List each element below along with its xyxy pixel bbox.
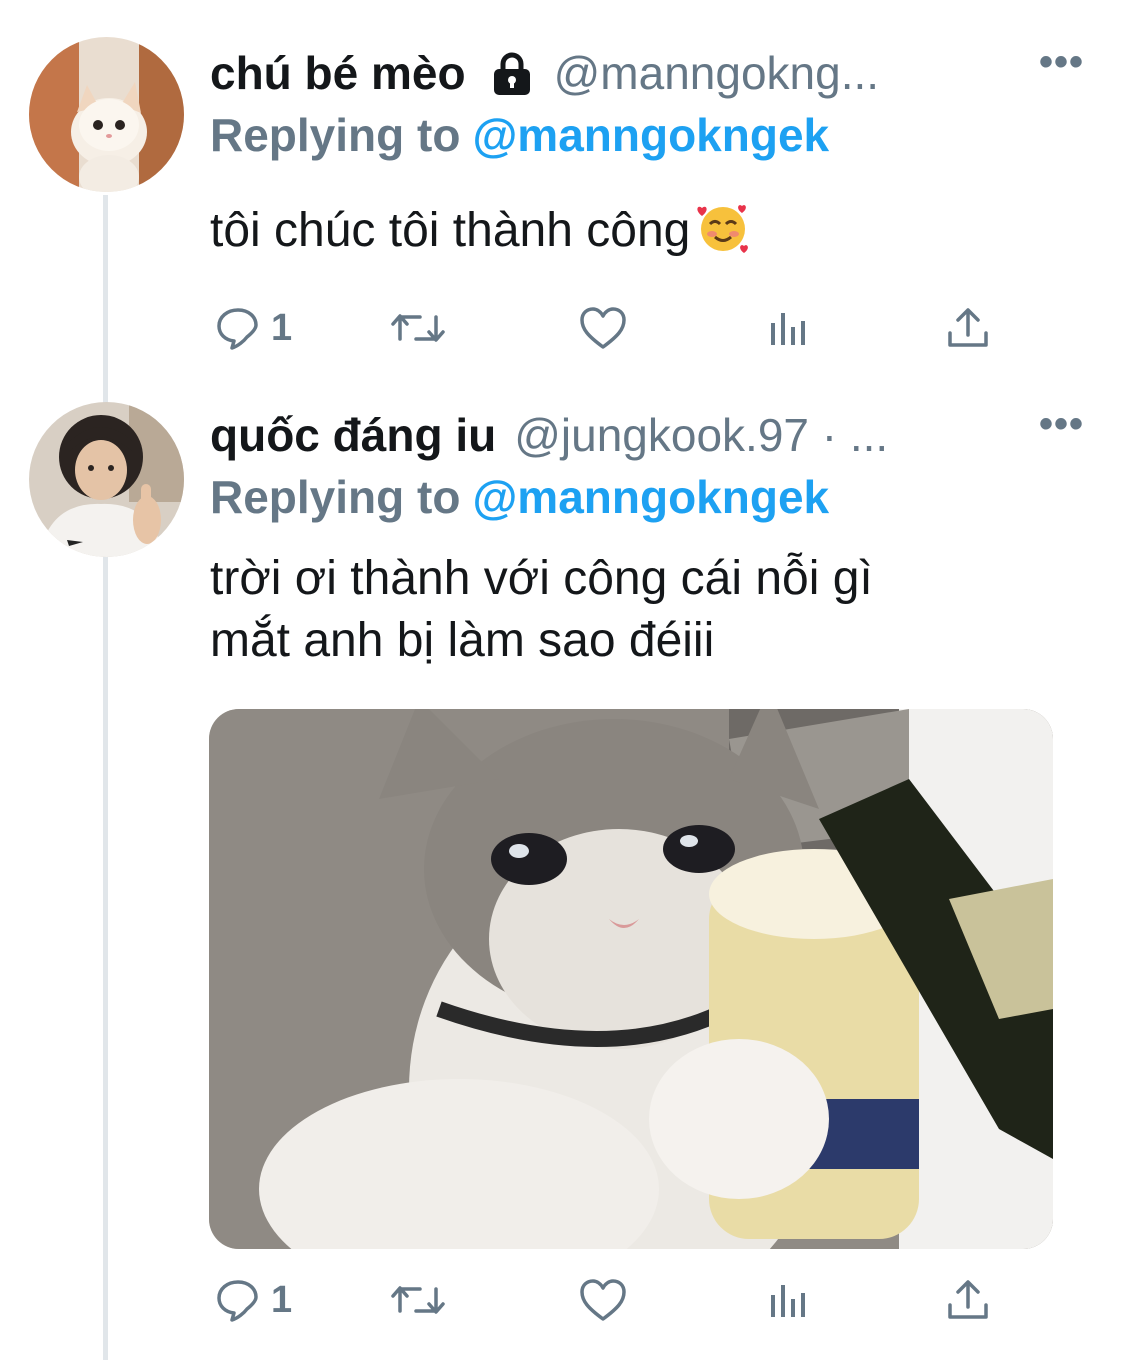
retweet-button[interactable] [390, 1270, 446, 1330]
tweet-actions: 1 [210, 298, 1010, 358]
reply-icon [217, 308, 258, 350]
like-button[interactable] [578, 298, 628, 358]
tweet-header: quốc đáng iu @jungkook.97 · ... ••• [210, 402, 1084, 468]
display-name[interactable]: chú bé mèo [210, 46, 466, 100]
tweet-header: chú bé mèo @manngokng... ••• [210, 40, 1084, 106]
person-avatar-image [29, 402, 184, 557]
heart-icon [580, 307, 626, 349]
retweet-icon [391, 314, 445, 342]
more-options-icon[interactable]: ••• [1039, 402, 1084, 447]
kitten-avatar-image [29, 37, 184, 192]
tweet-text-content: tôi chúc tôi thành công [210, 204, 691, 257]
share-icon [948, 308, 988, 347]
thread-line [103, 195, 108, 1360]
like-button[interactable] [578, 1270, 628, 1330]
reply-handle-link[interactable]: @manngokngek [472, 109, 829, 161]
reply-button[interactable]: 1 [215, 298, 292, 358]
tweet-text: tôi chúc tôi thành công [210, 200, 1064, 262]
reply-prefix: Replying to [210, 471, 461, 523]
tweet-text: trời ơi thành với công cái nỗi gì mắt an… [210, 548, 1064, 672]
handle[interactable]: @manngokng... [554, 46, 879, 100]
analytics-button[interactable] [765, 1270, 811, 1330]
tweet-text-line: mắt anh bị làm sao đéiii [210, 614, 715, 667]
reply-icon [217, 1280, 258, 1322]
reply-count: 1 [271, 1278, 293, 1321]
share-button[interactable] [945, 298, 991, 358]
avatar[interactable] [29, 37, 184, 192]
analytics-icon [771, 313, 805, 345]
share-icon [948, 1280, 988, 1319]
analytics-icon [771, 1285, 805, 1317]
tweet-text-line: trời ơi thành với công cái nỗi gì [210, 552, 873, 605]
smiling-face-with-hearts-icon [696, 200, 750, 254]
avatar[interactable] [29, 402, 184, 557]
reply-prefix: Replying to [210, 109, 461, 161]
reply-count: 1 [271, 306, 293, 349]
share-button[interactable] [945, 1270, 991, 1330]
heart-icon [580, 1279, 626, 1321]
retweet-icon [391, 1286, 445, 1314]
retweet-button[interactable] [390, 298, 446, 358]
lock-icon [488, 49, 536, 97]
replying-to: Replying to @manngokngek [210, 470, 829, 524]
more-options-icon[interactable]: ••• [1039, 40, 1084, 85]
analytics-button[interactable] [765, 298, 811, 358]
tweet-media[interactable] [209, 709, 1053, 1249]
tweet-actions: 1 [210, 1270, 1010, 1330]
reply-handle-link[interactable]: @manngokngek [472, 471, 829, 523]
crying-cat-with-beer-image [209, 709, 1053, 1249]
display-name[interactable]: quốc đáng iu [210, 408, 496, 462]
replying-to: Replying to @manngokngek [210, 108, 829, 162]
reply-button[interactable]: 1 [215, 1270, 292, 1330]
handle[interactable]: @jungkook.97 · ... [514, 408, 888, 462]
